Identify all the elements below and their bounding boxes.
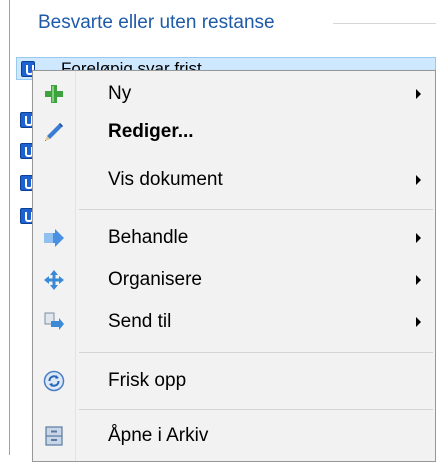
menu-item-label: Ny	[108, 83, 132, 104]
menu-item-send-to[interactable]: Send til	[33, 304, 435, 340]
menu-separator	[79, 209, 433, 210]
menu-item-label: Organisere	[108, 269, 202, 290]
context-menu: Ny Rediger... Vis dokument Behandle Orga…	[32, 70, 436, 462]
archive-icon	[45, 426, 63, 446]
menu-item-label: Rediger...	[108, 121, 194, 142]
menu-item-label: Send til	[108, 311, 172, 332]
submenu-arrow-icon	[416, 317, 421, 327]
forward-arrows-icon	[44, 229, 64, 247]
menu-item-label: Behandle	[108, 227, 189, 248]
menu-separator	[79, 409, 433, 410]
submenu-arrow-icon	[416, 233, 421, 243]
menu-item-label: Åpne i Arkiv	[108, 425, 209, 446]
submenu-arrow-icon	[416, 89, 421, 99]
menu-item-open-in-archive[interactable]: Åpne i Arkiv	[33, 418, 435, 454]
group-header-title: Besvarte eller uten restanse	[38, 12, 275, 33]
plus-icon	[45, 85, 63, 103]
menu-item-process[interactable]: Behandle	[33, 220, 435, 256]
menu-item-view-document[interactable]: Vis dokument	[33, 162, 435, 198]
menu-item-refresh[interactable]: Frisk opp	[33, 363, 435, 399]
group-header-divider	[333, 23, 436, 24]
menu-item-new[interactable]: Ny	[33, 76, 435, 112]
refresh-icon	[43, 370, 65, 392]
menu-item-label: Vis dokument	[108, 169, 223, 190]
menu-item-label: Frisk opp	[108, 370, 187, 391]
menu-separator	[79, 352, 433, 353]
submenu-arrow-icon	[416, 275, 421, 285]
send-to-icon	[44, 312, 64, 330]
submenu-arrow-icon	[416, 175, 421, 185]
move-icon	[44, 270, 64, 290]
pencil-icon	[45, 123, 63, 141]
menu-item-organize[interactable]: Organisere	[33, 262, 435, 298]
menu-item-edit[interactable]: Rediger...	[33, 114, 435, 150]
list-panel-border	[9, 0, 10, 455]
